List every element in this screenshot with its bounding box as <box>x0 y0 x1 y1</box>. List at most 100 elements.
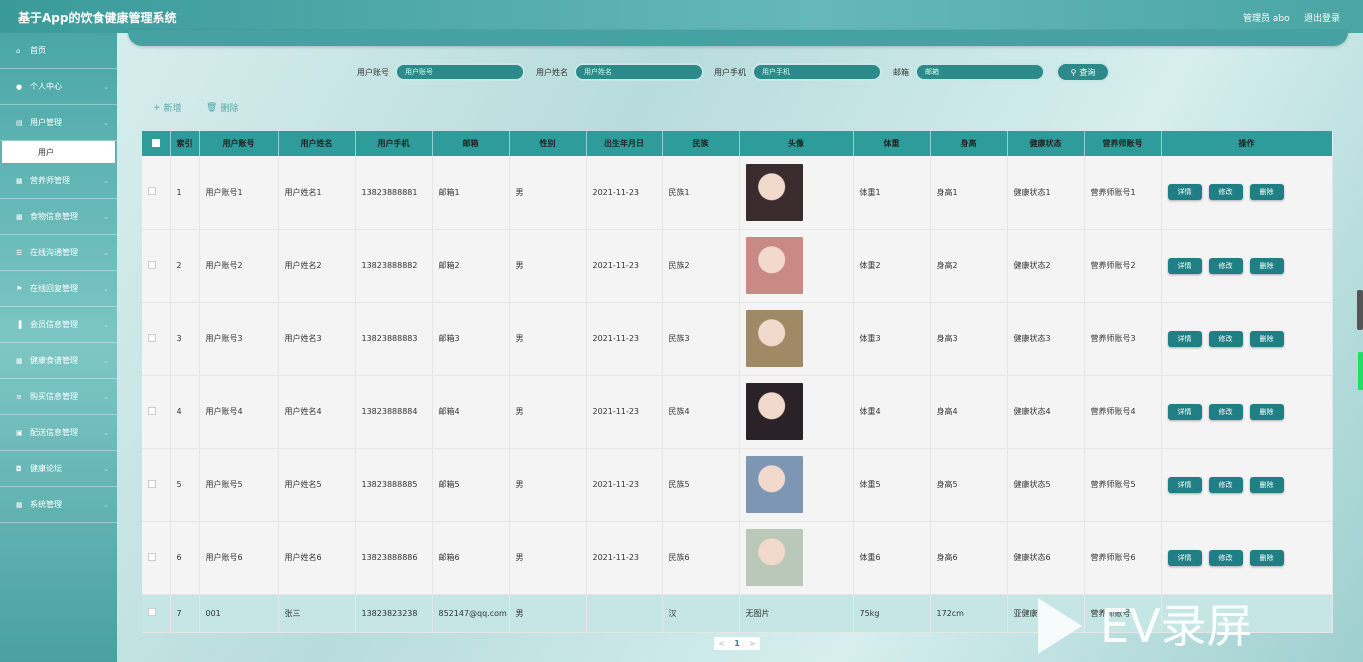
sidebar-item[interactable]: ⚑ 在线回复管理 ⌄ <box>0 271 117 307</box>
row-delete-button[interactable]: 删除 <box>1249 184 1284 201</box>
detail-button[interactable]: 详情 <box>1167 476 1202 493</box>
sidebar-item[interactable]: ▦ 系统管理 ⌄ <box>0 487 117 523</box>
select-cell[interactable] <box>142 156 171 230</box>
detail-button[interactable]: 详情 <box>1167 549 1202 566</box>
table-cell: 男 <box>509 521 587 595</box>
logout-link[interactable]: 退出登录 <box>1304 11 1340 24</box>
sidebar-item[interactable]: ≡ 购买信息管理 ⌄ <box>0 379 117 415</box>
next-page[interactable]: > <box>749 639 756 648</box>
sidebar-item-label: 健康论坛 <box>30 464 62 473</box>
table-row: 3 用户账号3 用户姓名3 13823888883 邮箱3 男 2021-11-23 民族3 体… <box>142 302 1333 376</box>
sidebar-item-label: 配送信息管理 <box>30 428 78 437</box>
search-icon: ⚲ <box>1070 67 1077 77</box>
table-cell: 民族3 <box>662 302 740 376</box>
chevron-down-icon: ⌄ <box>103 212 109 221</box>
sidebar-item-label: 用户管理 <box>30 118 62 127</box>
row-checkbox[interactable] <box>148 406 156 415</box>
search-account: 用户账号 用户账号 <box>357 62 525 82</box>
table-cell: 邮箱2 <box>432 229 510 303</box>
table-cell: 健康状态3 <box>1007 302 1085 376</box>
row-checkbox[interactable] <box>148 187 156 196</box>
select-all-cell[interactable] <box>142 131 171 156</box>
sidebar-item[interactable]: ▐ 会员信息管理 ⌄ <box>0 307 117 343</box>
detail-button[interactable]: 详情 <box>1167 403 1202 420</box>
table-cell: 营养师账号2 <box>1084 229 1162 303</box>
detail-button[interactable]: 详情 <box>1167 330 1202 347</box>
row-delete-button[interactable]: 删除 <box>1249 330 1284 347</box>
sidebar-item[interactable]: ● 个人中心 ⌄ <box>0 69 117 105</box>
edit-button[interactable]: 修改 <box>1208 330 1243 347</box>
grid-icon: ▦ <box>16 176 23 185</box>
search-email-input[interactable]: 邮箱 <box>915 63 1045 81</box>
chevron-down-icon: ⌄ <box>103 176 109 185</box>
row-checkbox[interactable] <box>148 260 156 269</box>
edit-button[interactable]: 修改 <box>1208 476 1243 493</box>
table-row: 6 用户账号6 用户姓名6 13823888886 邮箱6 男 2021-11-23 民族6 体… <box>142 521 1333 595</box>
sidebar-item[interactable]: ▦ 健康食谱管理 ⌄ <box>0 343 117 379</box>
sidebar-item[interactable]: ◘ 健康论坛 ⌄ <box>0 451 117 487</box>
search-name-label: 用户姓名 <box>536 67 568 77</box>
select-cell[interactable] <box>142 448 171 522</box>
sidebar-item[interactable]: ☰ 在线沟通管理 ⌄ <box>0 235 117 271</box>
table-cell: 体重5 <box>853 448 931 522</box>
sidebar-item[interactable]: ▦ 营养师管理 ⌄ <box>0 163 117 199</box>
user-icon: ● <box>16 82 23 91</box>
detail-button[interactable]: 详情 <box>1167 184 1202 201</box>
sidebar-subitem-user[interactable]: 用户 <box>2 141 115 163</box>
col-header: 出生年月日 <box>586 131 663 156</box>
add-button[interactable]: + 新增 <box>153 101 182 115</box>
chart-icon: ▐ <box>16 320 22 329</box>
sidebar-item-label: 在线回复管理 <box>30 284 78 293</box>
avatar-cell <box>739 375 854 449</box>
row-checkbox[interactable] <box>148 333 156 342</box>
col-header: 用户手机 <box>355 131 433 156</box>
chevron-down-icon: ⌄ <box>103 464 109 473</box>
table-cell: 身高5 <box>930 448 1008 522</box>
table-cell: 用户账号1 <box>199 156 279 230</box>
row-checkbox[interactable] <box>148 608 156 616</box>
row-delete-button[interactable]: 删除 <box>1249 549 1284 566</box>
select-cell[interactable] <box>142 521 171 595</box>
edit-button[interactable]: 修改 <box>1208 549 1243 566</box>
table-cell: 7 <box>170 594 200 633</box>
pagination: < 1 > <box>714 637 760 650</box>
row-checkbox[interactable] <box>148 552 156 561</box>
table-row: 5 用户账号5 用户姓名5 13823888885 邮箱5 男 2021-11-23 民族5 体… <box>142 448 1333 522</box>
table-cell: 13823888881 <box>355 156 433 230</box>
prev-page[interactable]: < <box>719 639 726 648</box>
table-cell: 身高4 <box>930 375 1008 449</box>
user-table: 索引 用户账号 用户姓名 用户手机 邮箱 性别 出生年月日 民族 头像 体重 身高 健康状态 营养师账号… <box>142 131 1333 633</box>
select-cell[interactable] <box>142 375 171 449</box>
table-cell: 男 <box>509 156 587 230</box>
search-name-input[interactable]: 用户姓名 <box>574 63 704 81</box>
row-delete-button[interactable]: 删除 <box>1249 403 1284 420</box>
scrollbar[interactable] <box>1357 290 1363 330</box>
sidebar-item[interactable]: ▦ 食物信息管理 ⌄ <box>0 199 117 235</box>
search-phone-input[interactable]: 用户手机 <box>752 63 882 81</box>
sidebar-item[interactable]: ⌂ 首页 <box>0 33 117 69</box>
table-cell: 6 <box>170 521 200 595</box>
edit-button[interactable]: 修改 <box>1208 184 1243 201</box>
table-cell: 体重2 <box>853 229 931 303</box>
edit-button[interactable]: 修改 <box>1208 257 1243 274</box>
select-all-checkbox[interactable] <box>151 138 160 147</box>
row-delete-button[interactable]: 删除 <box>1249 257 1284 274</box>
edit-button[interactable]: 修改 <box>1208 403 1243 420</box>
select-cell[interactable] <box>142 302 171 376</box>
delete-button[interactable]: 🗑 删除 <box>206 101 238 115</box>
sidebar-item[interactable]: ▣ 配送信息管理 ⌄ <box>0 415 117 451</box>
detail-button[interactable]: 详情 <box>1167 257 1202 274</box>
current-page[interactable]: 1 <box>734 639 740 648</box>
query-button[interactable]: ⚲ 查询 <box>1056 62 1110 82</box>
table-cell: 男 <box>509 448 587 522</box>
search-account-input[interactable]: 用户账号 <box>395 63 525 81</box>
row-delete-button[interactable]: 删除 <box>1249 476 1284 493</box>
side-tab <box>1358 352 1363 390</box>
select-cell[interactable] <box>142 229 171 303</box>
sidebar-item[interactable]: ▤ 用户管理 ⌄ <box>0 105 117 141</box>
table-cell: 身高6 <box>930 521 1008 595</box>
table-cell: 用户账号2 <box>199 229 279 303</box>
select-cell[interactable] <box>142 594 171 633</box>
query-button-label: 查询 <box>1079 67 1096 77</box>
row-checkbox[interactable] <box>148 479 156 488</box>
